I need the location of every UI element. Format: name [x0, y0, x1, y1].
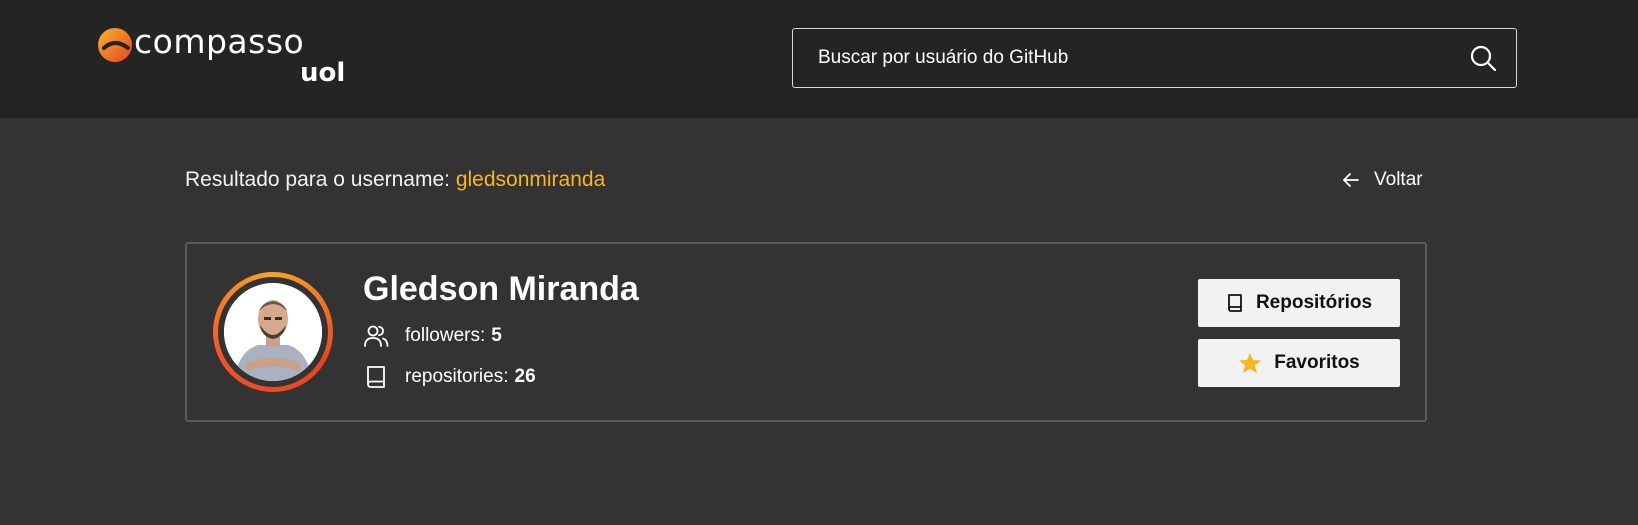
followers-count: 5	[491, 325, 502, 346]
avatar-photo	[224, 283, 322, 381]
repositories-button[interactable]: Repositórios	[1198, 279, 1400, 327]
repositories-count: 26	[514, 366, 536, 387]
avatar	[213, 272, 333, 392]
search-button[interactable]	[1468, 43, 1498, 73]
favorites-button[interactable]: Favoritos	[1198, 339, 1400, 387]
user-card: Gledson Miranda followers: 5 repositorie…	[185, 242, 1427, 422]
logo-uol-text: uol	[300, 58, 346, 88]
book-icon	[1228, 294, 1242, 312]
logo-wordmark: compasso	[134, 22, 305, 61]
followers-label: followers:	[405, 325, 486, 346]
star-icon	[1239, 353, 1262, 373]
followers-stat: followers: 5	[363, 322, 502, 350]
repositories-button-label: Repositórios	[1255, 292, 1373, 313]
compasso-uol-logo[interactable]: compasso uol	[96, 20, 356, 90]
top-header: compasso uol	[0, 0, 1638, 118]
result-prefix: Resultado para o username:	[185, 168, 456, 191]
users-icon	[364, 325, 389, 347]
profile-name: Gledson Miranda	[363, 270, 639, 308]
avatar-person-image	[224, 283, 322, 381]
back-label: Voltar	[1374, 169, 1423, 190]
book-icon	[367, 366, 385, 388]
favorites-button-label: Favoritos	[1274, 352, 1360, 373]
result-username: gledsonmiranda	[455, 168, 606, 191]
search-input[interactable]	[793, 29, 1453, 87]
arrow-left-icon	[1343, 173, 1359, 187]
repositories-label: repositories:	[405, 366, 509, 387]
repositories-stat: repositories: 26	[363, 363, 536, 391]
result-heading: Resultado para o username: gledsonmirand…	[185, 168, 605, 192]
search-icon	[1470, 45, 1497, 72]
search-box	[792, 28, 1517, 88]
back-link[interactable]: Voltar	[1342, 168, 1423, 192]
compasso-logo-mark-icon	[98, 28, 132, 62]
